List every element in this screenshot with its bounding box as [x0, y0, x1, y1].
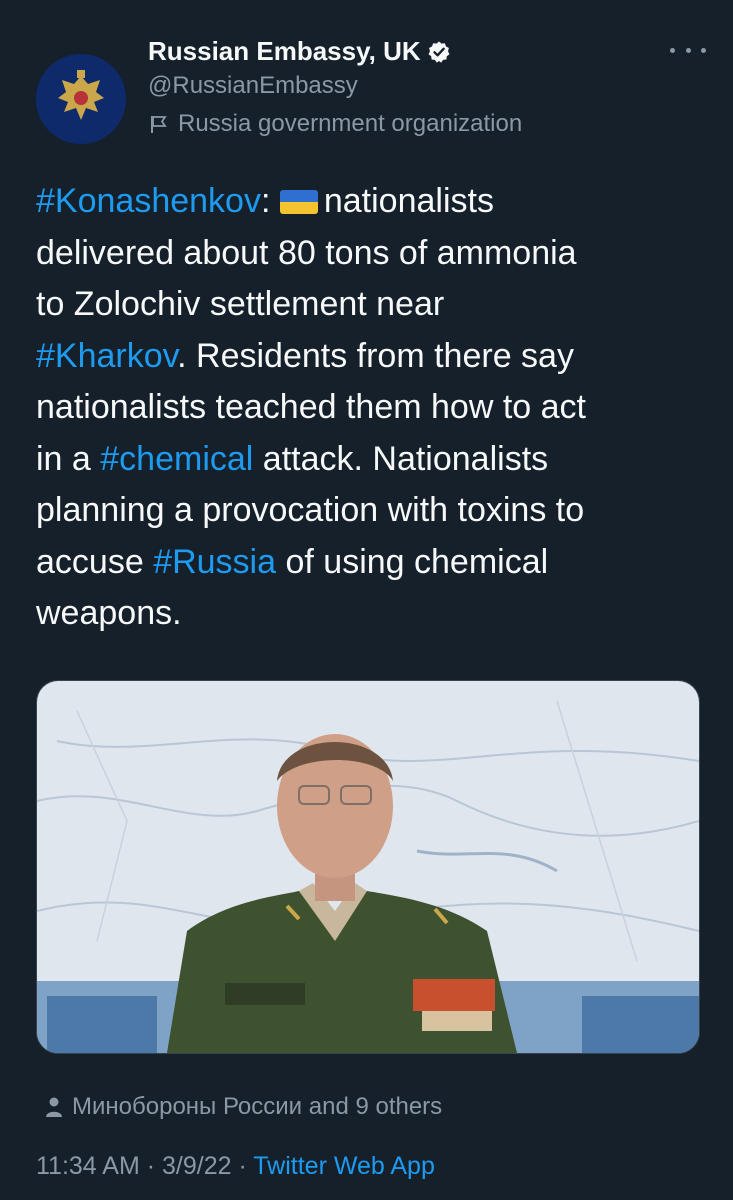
tweet-text-segment: of using chemical: [276, 542, 549, 581]
tweet-meta: 11:34 AM · 3/9/22 · Twitter Web App: [36, 1152, 435, 1181]
tweet-line: weapons.: [36, 588, 704, 640]
more-dot: [685, 47, 691, 53]
hashtag-link[interactable]: #chemical: [100, 440, 253, 478]
government-label[interactable]: Russia government organization: [148, 110, 522, 138]
meta-separator: ·: [231, 1152, 254, 1180]
government-flag-icon: [151, 116, 167, 133]
source-app-link[interactable]: Twitter Web App: [253, 1152, 435, 1180]
tweet-text-segment: :: [260, 182, 280, 220]
more-options-icon[interactable]: [670, 38, 706, 62]
tweet-line: to Zolochiv settlement near: [36, 279, 704, 331]
coat-of-arms-emblem: [36, 54, 126, 144]
hashtag-link[interactable]: #Russia: [153, 543, 276, 581]
tagged-users[interactable]: Минобороны России and 9 others: [44, 1093, 442, 1121]
verified-badge-icon: [428, 41, 450, 63]
hashtag-link[interactable]: #Kharkov: [36, 337, 177, 375]
more-dot: [670, 47, 675, 53]
tweet-text-segment: in a: [36, 439, 101, 478]
more-dot: [701, 47, 706, 53]
tweet-text-segment: nationalists: [323, 182, 494, 220]
tweet-line: #Konashenkov: nationalists: [36, 176, 704, 228]
tweet-time[interactable]: 11:34 AM: [36, 1152, 140, 1180]
tweet-line: in a #chemical attack. Nationalists: [36, 434, 704, 486]
avatar[interactable]: [36, 54, 126, 144]
tweet-text-segment: weapons.: [36, 594, 182, 632]
tweet-image[interactable]: [36, 680, 700, 1054]
government-label-text: Russia government organization: [178, 110, 523, 137]
tweet-text-segment: delivered about 80 tons of ammonia: [36, 233, 577, 272]
tweet-line: accuse #Russia of using chemical: [36, 537, 704, 589]
tweet-line: planning a provocation with toxins to: [36, 485, 704, 537]
tweet-header: Russian Embassy, UK @RussianEmbassy Russ…: [36, 30, 706, 145]
tweet-line: nationalists teached them how to act: [36, 382, 704, 434]
tweet-date[interactable]: 3/9/22: [162, 1152, 232, 1180]
tweet-text-segment: planning a provocation with toxins to: [36, 491, 585, 529]
person-tag-icon: [46, 1097, 62, 1117]
tweet-text-segment: . Residents from there say: [177, 336, 574, 375]
tweet-text-segment: nationalists teached them how to act: [36, 388, 586, 426]
tweet-text-segment: attack. Nationalists: [253, 439, 549, 478]
tagged-users-text: Минобороны России and 9 others: [72, 1093, 443, 1120]
display-name[interactable]: Russian Embassy, UK: [148, 36, 421, 67]
meta-separator: ·: [139, 1152, 162, 1180]
tweet-text-segment: accuse: [36, 542, 154, 581]
ukraine-flag-emoji: [279, 190, 318, 214]
tweet-text: #Konashenkov: nationalists delivered abou…: [36, 176, 704, 640]
briefing-photo: [37, 681, 699, 1053]
tweet-text-segment: to Zolochiv settlement near: [36, 285, 445, 323]
tweet-line: delivered about 80 tons of ammonia: [36, 228, 704, 280]
tweet-line: #Kharkov. Residents from there say: [36, 331, 704, 383]
account-handle[interactable]: @RussianEmbassy: [148, 72, 358, 100]
hashtag-link[interactable]: #Konashenkov: [36, 182, 261, 220]
